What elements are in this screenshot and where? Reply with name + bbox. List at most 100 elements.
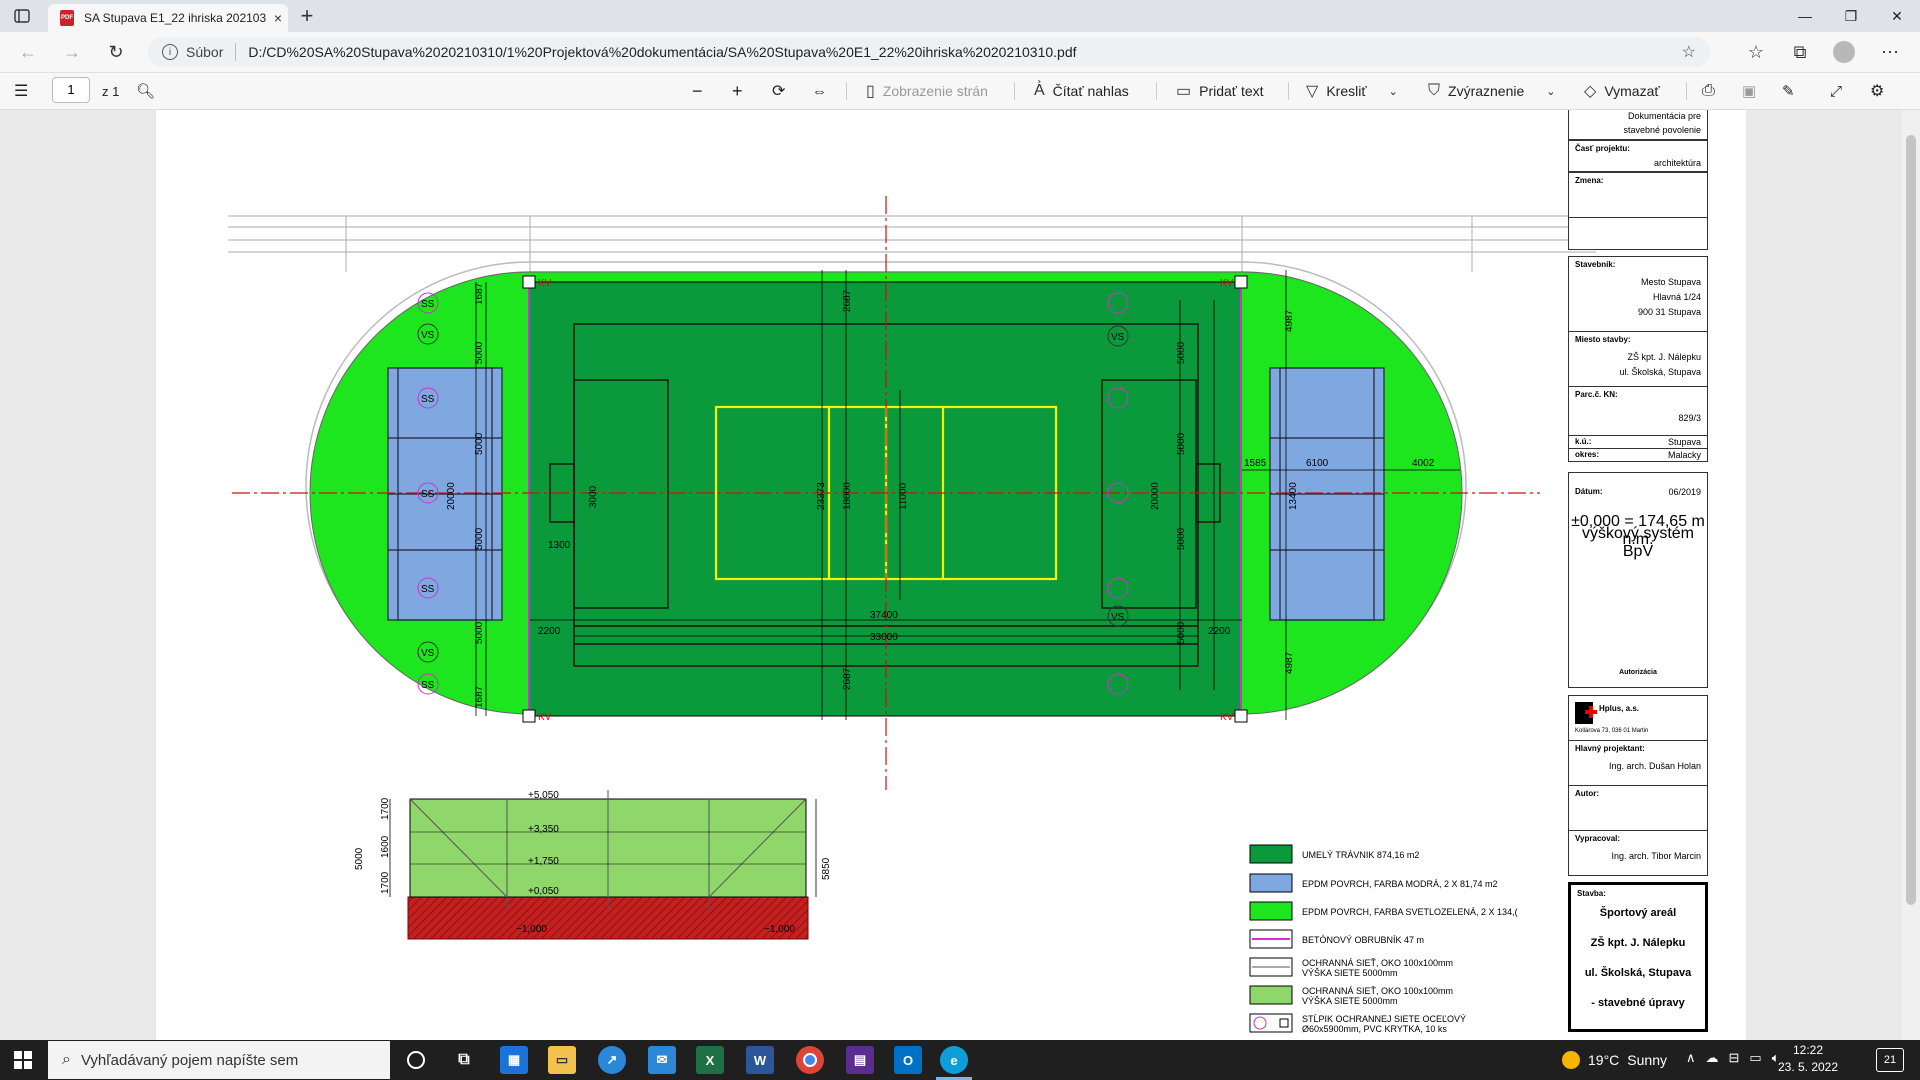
task-view-icon[interactable]: ⧉ bbox=[450, 1046, 478, 1074]
tb-text: 900 31 Stupava bbox=[1637, 307, 1701, 317]
vs-label: VS bbox=[1111, 612, 1125, 623]
rotate-icon[interactable]: ⟳ bbox=[772, 78, 785, 104]
address-bar[interactable]: i Súbor D:/CD%20SA%20Stupava%2020210310/… bbox=[148, 37, 1710, 67]
collections-icon[interactable]: ⧉ bbox=[1786, 38, 1814, 66]
chat-icon[interactable]: ▭ bbox=[1749, 1050, 1761, 1066]
restore-button[interactable]: ❐ bbox=[1828, 0, 1874, 32]
page-number-input[interactable]: 1 bbox=[52, 77, 90, 103]
add-text-label: Pridať text bbox=[1199, 83, 1264, 99]
chrome-icon[interactable] bbox=[796, 1046, 824, 1074]
draw-chevron-icon[interactable]: ⌄ bbox=[1389, 85, 1398, 98]
minimize-button[interactable]: — bbox=[1782, 0, 1828, 32]
find-icon[interactable]: 🔍︎ bbox=[136, 78, 155, 104]
notification-icon[interactable]: 21 bbox=[1876, 1048, 1904, 1072]
favorites-icon[interactable]: ☆ bbox=[1742, 38, 1770, 66]
save-as-icon[interactable]: ✎ bbox=[1782, 78, 1795, 104]
close-window-button[interactable]: ✕ bbox=[1874, 0, 1920, 32]
add-text-button[interactable]: ▭ Pridať text bbox=[1176, 78, 1264, 104]
zoom-out-button[interactable]: − bbox=[692, 78, 703, 104]
contents-icon[interactable]: ☰ bbox=[14, 78, 28, 104]
vs-label: VS bbox=[421, 330, 435, 341]
dim-label: 1600 bbox=[380, 835, 391, 858]
add-favorite-icon[interactable]: ☆ bbox=[1682, 42, 1696, 62]
settings-icon[interactable]: ⚙ bbox=[1870, 78, 1884, 104]
temperature: 19°C bbox=[1588, 1052, 1620, 1068]
draw-button[interactable]: ▽ Kresliť ⌄ bbox=[1306, 78, 1398, 104]
tb-text: 829/3 bbox=[1678, 413, 1701, 423]
url-separator bbox=[235, 43, 237, 61]
print-icon[interactable]: ⎙ bbox=[1702, 78, 1715, 104]
fullscreen-icon[interactable]: ⤢ bbox=[1830, 78, 1842, 104]
legend-item: VÝŠKA SIETE 5000mm bbox=[1302, 968, 1398, 978]
outlook-icon[interactable]: O bbox=[894, 1046, 922, 1074]
save-icon[interactable]: ▣ bbox=[1742, 78, 1756, 104]
tb-ku: k.ú.: Stupava bbox=[1568, 435, 1708, 449]
file-explorer-icon[interactable]: ▭ bbox=[548, 1046, 576, 1074]
kv-label: KV bbox=[1220, 712, 1234, 723]
tb-key: k.ú.: bbox=[1575, 437, 1592, 446]
info-icon[interactable]: i bbox=[162, 44, 178, 60]
highlight-icon: ⛉ bbox=[1428, 82, 1441, 99]
tb-key: Časť projektu: bbox=[1575, 144, 1630, 153]
read-aloud-icon: A͐ bbox=[1034, 82, 1045, 99]
erase-button[interactable]: ◇ Vymazať bbox=[1584, 78, 1660, 104]
tray-icons[interactable]: ∧ ☁ ⊟ ▭ 🔈︎ bbox=[1686, 1050, 1780, 1066]
tb-part: Časť projektu: architektúra bbox=[1568, 140, 1708, 172]
tb-key: Dátum: bbox=[1575, 487, 1603, 496]
word-icon[interactable]: W bbox=[746, 1046, 774, 1074]
edge-icon[interactable]: e bbox=[940, 1046, 968, 1074]
app-icon[interactable]: ↗ bbox=[598, 1046, 626, 1074]
tb-company: Hplus, a.s. Kollárova 73, 036 01 Martin bbox=[1568, 695, 1708, 741]
new-tab-button[interactable]: + bbox=[294, 4, 320, 30]
start-button[interactable] bbox=[0, 1040, 46, 1080]
dim-label: 5000 bbox=[474, 621, 485, 644]
app-icon[interactable]: ▤ bbox=[846, 1046, 874, 1074]
dim-label: 18000 bbox=[842, 482, 853, 510]
clock[interactable]: 12:22 23. 5. 2022 bbox=[1774, 1042, 1842, 1078]
title-block: Dokumentácia pre stavebné povolenie Časť… bbox=[1568, 110, 1708, 1040]
profile-avatar[interactable] bbox=[1830, 38, 1858, 66]
excel-icon[interactable]: X bbox=[696, 1046, 724, 1074]
dim-label: 3000 bbox=[588, 485, 599, 508]
dim-label: 20000 bbox=[1150, 482, 1161, 510]
dim-label: 13400 bbox=[1288, 482, 1299, 510]
tb-key: Stavebník: bbox=[1575, 260, 1616, 269]
read-aloud-button[interactable]: A͐ Čítať nahlas bbox=[1034, 78, 1129, 104]
tb-key: Parc.č. KN: bbox=[1575, 390, 1618, 399]
tb-author: Autor: bbox=[1568, 785, 1708, 831]
scrollbar-thumb[interactable] bbox=[1906, 135, 1916, 905]
tab-actions-icon[interactable] bbox=[12, 6, 32, 26]
tb-text: Hplus, a.s. bbox=[1599, 704, 1640, 713]
refresh-button[interactable]: ↻ bbox=[102, 38, 130, 66]
highlight-chevron-icon[interactable]: ⌄ bbox=[1546, 85, 1555, 98]
dim-label: 1687 bbox=[474, 282, 485, 305]
weather-widget[interactable]: 19°C Sunny bbox=[1562, 1046, 1667, 1074]
network-icon[interactable]: ⊟ bbox=[1729, 1050, 1740, 1066]
dim-label: 1687 bbox=[474, 685, 485, 708]
page-view-button[interactable]: ▯ Zobrazenie strán bbox=[866, 78, 988, 104]
chevron-up-icon[interactable]: ∧ bbox=[1686, 1050, 1696, 1066]
tab-pdf[interactable]: PDF SA Stupava E1_22 ihriska 202103 × bbox=[48, 4, 288, 32]
url-text[interactable]: D:/CD%20SA%20Stupava%2020210310/1%20Proj… bbox=[248, 44, 1076, 60]
tb-date: Dátum: 06/2019 ±0,000 = 174,65 m n.m. vý… bbox=[1568, 472, 1708, 688]
cloud-icon[interactable]: ☁ bbox=[1706, 1050, 1719, 1066]
more-menu-icon[interactable]: ⋯ bbox=[1876, 38, 1904, 66]
store-icon[interactable]: ▦ bbox=[500, 1046, 528, 1074]
forward-button[interactable]: → bbox=[58, 38, 86, 66]
taskbar-search[interactable]: ⌕ Vyhľadávaný pojem napíšte sem bbox=[48, 1041, 390, 1079]
highlight-button[interactable]: ⛉ Zvýraznenie ⌄ bbox=[1428, 78, 1556, 104]
tb-key: Hlavný projektant: bbox=[1575, 744, 1645, 753]
tab-close-button[interactable]: × bbox=[268, 10, 288, 26]
mail-icon[interactable]: ✉ bbox=[648, 1046, 676, 1074]
legend-item: VÝŠKA SIETE 5000mm bbox=[1302, 996, 1398, 1006]
toolbar-divider bbox=[1014, 82, 1015, 100]
dim-label: 5000 bbox=[1176, 621, 1187, 644]
back-button[interactable]: ← bbox=[14, 38, 42, 66]
fit-page-icon[interactable]: ⇔ bbox=[812, 78, 827, 104]
epdm-blue-left bbox=[387, 367, 503, 621]
cortana-icon[interactable] bbox=[402, 1046, 430, 1074]
tb-text: Kollárova 73, 036 01 Martin bbox=[1575, 728, 1649, 734]
dim-label: 5000 bbox=[1176, 432, 1187, 455]
elevation-label: +1,750 bbox=[528, 856, 559, 867]
zoom-in-button[interactable]: + bbox=[732, 78, 743, 104]
